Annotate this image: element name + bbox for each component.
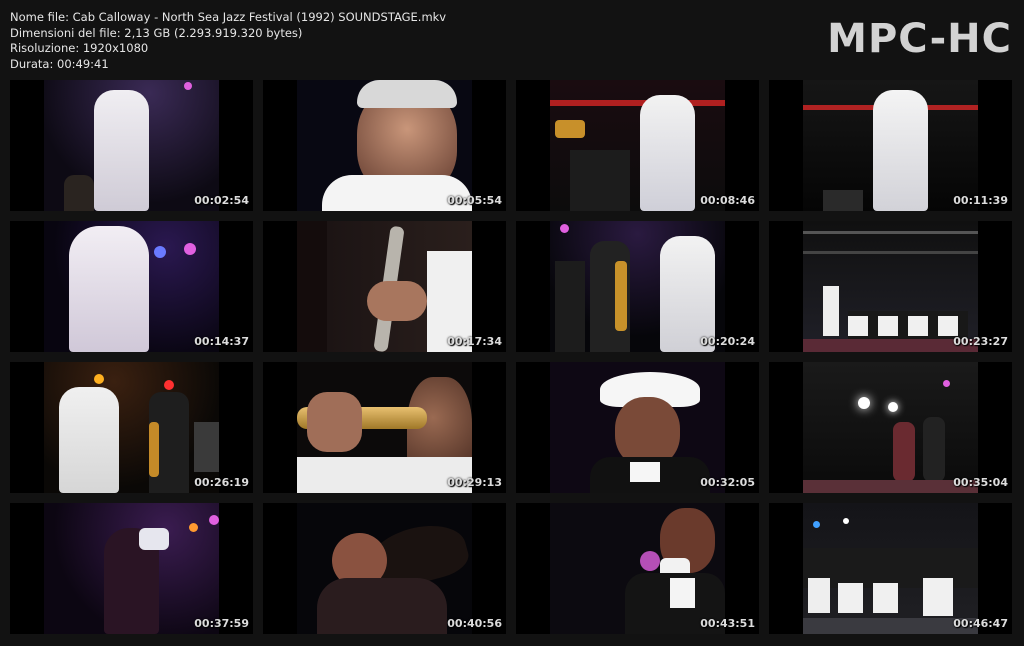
thumbnail[interactable]: 00:08:46 bbox=[516, 80, 759, 211]
thumbnail[interactable]: 00:43:51 bbox=[516, 503, 759, 634]
timestamp: 00:40:56 bbox=[447, 617, 502, 630]
timestamp: 00:05:54 bbox=[447, 194, 502, 207]
video-frame bbox=[550, 221, 725, 352]
thumbnail[interactable]: 00:29:13 bbox=[263, 362, 506, 493]
timestamp: 00:14:37 bbox=[194, 335, 249, 348]
file-size: Dimensioni del file: 2,13 GB (2.293.919.… bbox=[10, 25, 303, 40]
video-frame bbox=[803, 80, 978, 211]
thumbnail[interactable]: 00:46:47 bbox=[769, 503, 1012, 634]
file-info: Nome file: Cab Calloway - North Sea Jazz… bbox=[10, 10, 446, 72]
thumbnail[interactable]: 00:40:56 bbox=[263, 503, 506, 634]
timestamp: 00:17:34 bbox=[447, 335, 502, 348]
timestamp: 00:11:39 bbox=[953, 194, 1008, 207]
timestamp: 00:08:46 bbox=[700, 194, 755, 207]
video-frame bbox=[297, 221, 472, 352]
timestamp: 00:26:19 bbox=[194, 476, 249, 489]
timestamp: 00:20:24 bbox=[700, 335, 755, 348]
video-frame bbox=[44, 221, 219, 352]
thumbnail[interactable]: 00:23:27 bbox=[769, 221, 1012, 352]
video-frame bbox=[44, 80, 219, 211]
timestamp: 00:43:51 bbox=[700, 617, 755, 630]
timestamp: 00:32:05 bbox=[700, 476, 755, 489]
video-frame bbox=[297, 80, 472, 211]
thumbnail[interactable]: 00:32:05 bbox=[516, 362, 759, 493]
video-frame bbox=[550, 362, 725, 493]
thumbnail[interactable]: 00:26:19 bbox=[10, 362, 253, 493]
thumbnail[interactable]: 00:02:54 bbox=[10, 80, 253, 211]
timestamp: 00:23:27 bbox=[953, 335, 1008, 348]
file-name: Nome file: Cab Calloway - North Sea Jazz… bbox=[10, 10, 447, 24]
video-frame bbox=[803, 362, 978, 493]
video-frame bbox=[550, 80, 725, 211]
thumbnail[interactable]: 00:11:39 bbox=[769, 80, 1012, 211]
thumbnail[interactable]: 00:05:54 bbox=[263, 80, 506, 211]
video-frame bbox=[297, 362, 472, 493]
thumbnail[interactable]: 00:14:37 bbox=[10, 221, 253, 352]
timestamp: 00:29:13 bbox=[447, 476, 502, 489]
thumbnail-grid: 00:02:54 00:05:54 00:08:46 00:11:39 00:1… bbox=[10, 80, 1012, 634]
thumbnail[interactable]: 00:20:24 bbox=[516, 221, 759, 352]
video-frame bbox=[297, 503, 472, 634]
video-frame bbox=[803, 221, 978, 352]
thumbnail[interactable]: 00:35:04 bbox=[769, 362, 1012, 493]
timestamp: 00:35:04 bbox=[953, 476, 1008, 489]
timestamp: 00:02:54 bbox=[194, 194, 249, 207]
video-frame bbox=[550, 503, 725, 634]
thumbnail[interactable]: 00:17:34 bbox=[263, 221, 506, 352]
video-frame bbox=[44, 503, 219, 634]
video-frame bbox=[803, 503, 978, 634]
timestamp: 00:37:59 bbox=[194, 617, 249, 630]
file-duration: Durata: 00:49:41 bbox=[10, 56, 109, 71]
timestamp: 00:46:47 bbox=[953, 617, 1008, 630]
video-frame bbox=[44, 362, 219, 493]
file-resolution: Risoluzione: 1920x1080 bbox=[10, 41, 149, 55]
mpc-hc-logo: MPC-HC bbox=[827, 16, 1012, 62]
thumbnail[interactable]: 00:37:59 bbox=[10, 503, 253, 634]
